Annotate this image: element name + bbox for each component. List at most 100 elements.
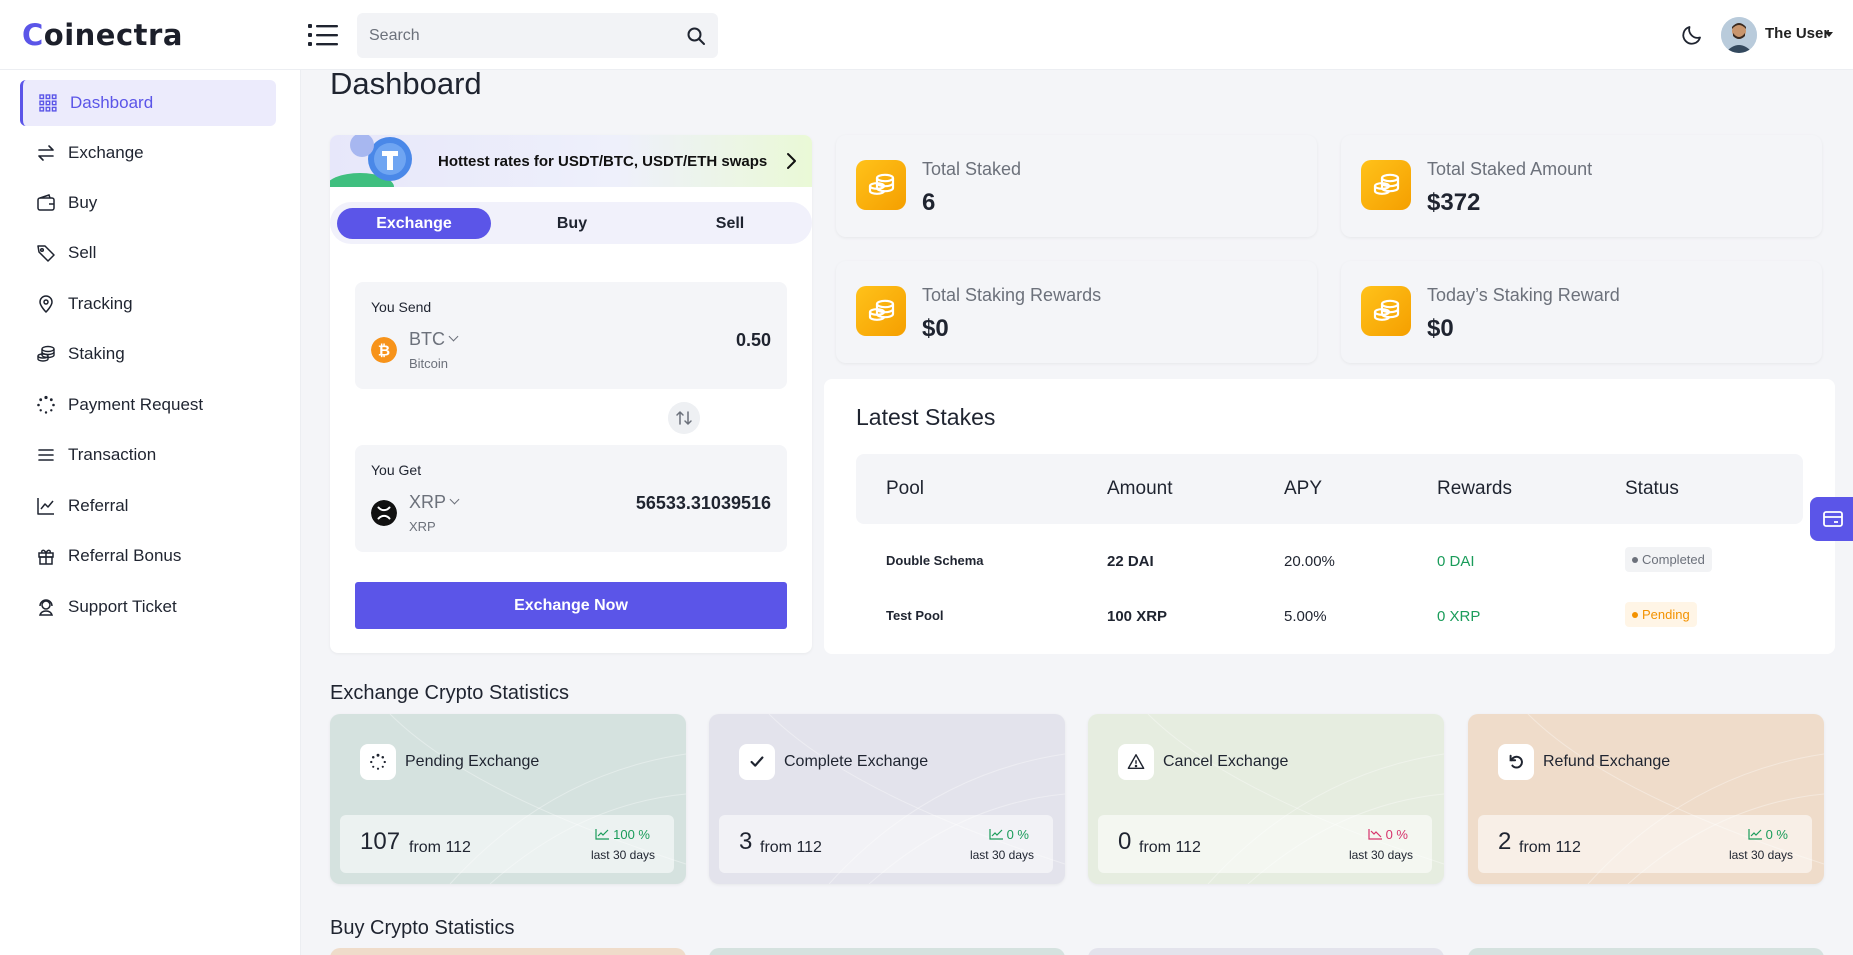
xrp-icon	[371, 500, 397, 526]
refund-exchange-card[interactable]: Refund Exchange 2 from 112 0 % last 30 d…	[1468, 714, 1824, 884]
sidebar-item-payment-request[interactable]: Payment Request	[20, 382, 276, 428]
card-from: from 112	[1139, 839, 1201, 856]
search-input[interactable]	[369, 13, 669, 58]
send-coin-select[interactable]: BTC	[409, 329, 459, 350]
coins-stack-icon	[36, 344, 56, 364]
column-header-amount: Amount	[1107, 478, 1173, 499]
cell-apy: 5.00%	[1284, 608, 1327, 625]
promo-coins-illustration	[330, 135, 412, 187]
sidebar-item-staking[interactable]: Staking	[20, 331, 276, 377]
receive-box: You Get XRP XRP	[355, 445, 787, 552]
grid-icon	[38, 93, 58, 113]
card-from: from 112	[409, 839, 471, 856]
card-stats: 3 from 112 0 % last 30 days	[719, 815, 1053, 873]
coins-icon	[1361, 160, 1411, 210]
menu-toggle-icon[interactable]	[308, 21, 338, 49]
cancel-exchange-card[interactable]: Cancel Exchange 0 from 112 0 % last 30 d…	[1088, 714, 1444, 884]
pending-exchange-card[interactable]: Pending Exchange 107 from 112 100 % last…	[330, 714, 686, 884]
receive-amount-input[interactable]	[571, 493, 771, 514]
sidebar-item-buy[interactable]: Buy	[20, 180, 276, 226]
card-period: last 30 days	[969, 848, 1034, 862]
arrows-exchange-icon	[36, 143, 56, 163]
card-count: 2	[1498, 828, 1512, 855]
column-header-pool: Pool	[886, 478, 925, 499]
receive-coin-select[interactable]: XRP	[409, 492, 460, 513]
latest-stakes-title: Latest Stakes	[856, 404, 996, 430]
buy-stat-card[interactable]	[1088, 948, 1444, 955]
receive-label: You Get	[371, 462, 422, 478]
send-coin-code: BTC	[409, 329, 445, 349]
tab-exchange[interactable]: Exchange	[337, 208, 491, 239]
sidebar-item-tracking[interactable]: Tracking	[20, 281, 276, 327]
stat-value: $0	[922, 315, 949, 342]
sidebar-item-dashboard[interactable]: Dashboard	[20, 80, 276, 126]
page-title: Dashboard	[330, 66, 482, 101]
sidebar-item-label: Referral Bonus	[68, 546, 182, 565]
sidebar-item-transaction[interactable]: Transaction	[20, 432, 276, 478]
exchange-now-button[interactable]: Exchange Now	[355, 582, 787, 629]
avatar[interactable]	[1721, 17, 1757, 53]
send-label: You Send	[371, 299, 432, 315]
complete-exchange-card[interactable]: Complete Exchange 3 from 112 0 % last 30…	[709, 714, 1065, 884]
status-badge: Completed	[1625, 547, 1712, 572]
stat-label: Total Staking Rewards	[922, 285, 1102, 305]
send-amount-input[interactable]	[571, 330, 771, 351]
card-label: Complete Exchange	[784, 753, 929, 770]
chevron-right-icon[interactable]	[782, 151, 800, 171]
list-lines-icon	[36, 445, 56, 465]
status-text: Pending	[1642, 607, 1690, 622]
buy-stat-card[interactable]	[330, 948, 686, 955]
search-icon[interactable]	[686, 26, 706, 46]
bitcoin-icon: ₿	[371, 337, 397, 363]
loader-dots-icon	[360, 744, 396, 780]
card-percent-value: 0 %	[1385, 827, 1408, 842]
exchange-tabs: Exchange Buy Sell	[330, 202, 812, 244]
card-percent-value: 100 %	[613, 827, 650, 842]
card-stats: 2 from 112 0 % last 30 days	[1478, 815, 1812, 873]
sidebar-item-label: Support Ticket	[68, 597, 177, 616]
card-count: 0	[1118, 828, 1132, 855]
sidebar-item-sell[interactable]: Sell	[20, 230, 276, 276]
caret-down-icon[interactable]	[1825, 32, 1833, 37]
sidebar-item-label: Exchange	[68, 143, 144, 162]
receive-coin-name: XRP	[409, 519, 436, 534]
sidebar-item-label: Buy	[68, 193, 98, 212]
promo-banner[interactable]: Hottest rates for USDT/BTC, USDT/ETH swa…	[330, 135, 812, 187]
search-bar	[357, 13, 718, 58]
card-label: Refund Exchange	[1543, 753, 1671, 770]
stat-value: $372	[1427, 189, 1481, 216]
trend-up-icon	[1747, 829, 1762, 840]
moon-icon[interactable]	[1680, 23, 1704, 47]
sidebar-item-exchange[interactable]: Exchange	[20, 130, 276, 176]
floating-widget-button[interactable]	[1810, 497, 1853, 541]
buy-stat-card[interactable]	[709, 948, 1065, 955]
coins-icon	[1361, 286, 1411, 336]
sidebar-item-label: Transaction	[68, 445, 157, 464]
card-label: Pending Exchange	[405, 753, 540, 770]
sidebar-item-label: Payment Request	[68, 395, 204, 414]
tab-buy[interactable]: Buy	[495, 208, 649, 239]
card-percent: 0 %	[1367, 827, 1408, 842]
top-header: Coinectra The User	[0, 0, 1853, 70]
location-pin-icon	[36, 294, 56, 314]
cell-pool: Test Pool	[886, 608, 944, 623]
card-percent-value: 0 %	[1765, 827, 1788, 842]
promo-text: Hottest rates for USDT/BTC, USDT/ETH swa…	[438, 153, 768, 170]
trend-up-icon	[595, 829, 610, 840]
chart-line-icon	[36, 496, 56, 516]
wallet-card-icon	[1823, 511, 1843, 527]
stat-card-total-staked-amount: Total Staked Amount $372	[1341, 135, 1822, 237]
buy-stats-title: Buy Crypto Statistics	[330, 917, 515, 939]
table-row: Double Schema 22 DAI 20.00% 0 DAI Comple…	[856, 537, 1803, 587]
sidebar-item-support-ticket[interactable]: Support Ticket	[20, 584, 276, 630]
logo[interactable]: Coinectra	[22, 18, 183, 52]
tag-icon	[36, 243, 56, 263]
tab-sell[interactable]: Sell	[653, 208, 807, 239]
sidebar-item-referral[interactable]: Referral	[20, 483, 276, 529]
card-percent-value: 0 %	[1006, 827, 1029, 842]
user-name[interactable]: The User	[1765, 25, 1829, 42]
sidebar-item-referral-bonus[interactable]: Referral Bonus	[20, 533, 276, 579]
buy-stat-card[interactable]	[1468, 948, 1824, 955]
trend-down-icon	[1367, 829, 1382, 840]
swap-arrows-icon[interactable]	[668, 402, 700, 434]
